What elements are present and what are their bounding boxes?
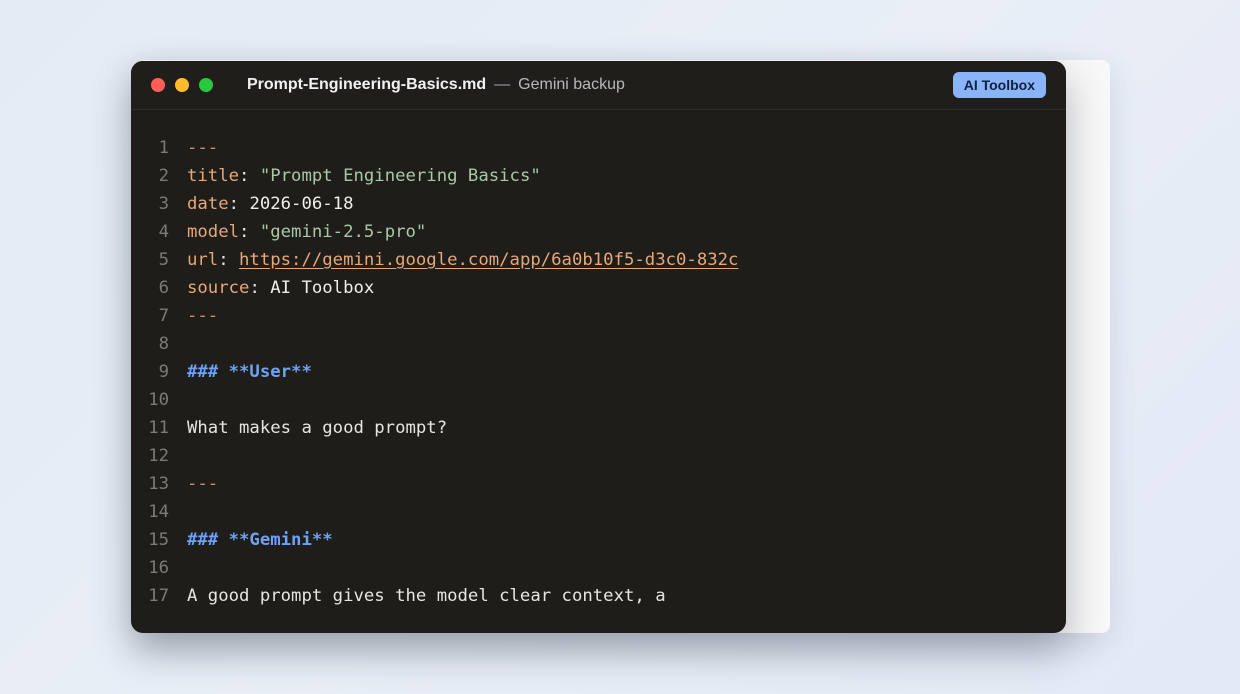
editor-line: 11 What makes a good prompt? (131, 414, 1066, 442)
url-link[interactable]: https://gemini.google.com/app/6a0b10f5-d… (239, 250, 738, 270)
editor-line: 5 url: https://gemini.google.com/app/6a0… (131, 246, 1066, 274)
line-number: 4 (158, 222, 169, 242)
editor-line: 8 (131, 330, 1066, 358)
yaml-key: url (187, 250, 219, 270)
line-number: 2 (158, 166, 169, 186)
line-number: 3 (158, 194, 169, 214)
window-controls (151, 78, 213, 92)
heading-gemini: ### **Gemini** (187, 530, 333, 550)
editor-line: 1 --- (131, 134, 1066, 162)
line-number: 8 (158, 334, 169, 354)
editor-window: Prompt-Engineering-Basics.md — Gemini ba… (131, 61, 1066, 633)
close-button[interactable] (151, 78, 165, 92)
editor-line: 3 date: 2026-06-18 (131, 190, 1066, 218)
editor-line: 14 (131, 498, 1066, 526)
colon: : (249, 278, 271, 298)
editor-line: 15 ### **Gemini** (131, 526, 1066, 554)
line-number: 10 (148, 390, 169, 410)
title-bar: Prompt-Engineering-Basics.md — Gemini ba… (131, 61, 1066, 110)
line-number: 15 (148, 530, 169, 550)
line-number: 9 (158, 362, 169, 382)
editor-line: 6 source: AI Toolbox (131, 274, 1066, 302)
maximize-button[interactable] (199, 78, 213, 92)
line-number: 14 (148, 502, 169, 522)
yaml-value: 2026-06-18 (249, 194, 354, 214)
colon: : (239, 222, 260, 242)
yaml-key: title (187, 166, 240, 186)
line-number: 13 (148, 474, 169, 494)
line-number: 1 (158, 138, 169, 158)
title-separator: — (494, 76, 511, 93)
window-title: Prompt-Engineering-Basics.md — Gemini ba… (247, 76, 625, 94)
yaml-value: AI Toolbox (270, 278, 375, 298)
colon: : (228, 194, 250, 214)
gemini-response: A good prompt gives the model clear cont… (187, 586, 666, 606)
line-number: 5 (158, 250, 169, 270)
editor-line: 17 A good prompt gives the model clear c… (131, 582, 1066, 610)
editor-line: 4 model: "gemini-2.5-pro" (131, 218, 1066, 246)
line-number: 16 (148, 558, 169, 578)
editor-line: 7 --- (131, 302, 1066, 330)
window-subtitle: Gemini backup (518, 76, 625, 93)
yaml-string-value: "gemini-2.5-pro" (259, 222, 427, 242)
minimize-button[interactable] (175, 78, 189, 92)
frontmatter-delimiter: --- (187, 306, 219, 326)
editor-line: 12 (131, 442, 1066, 470)
user-message: What makes a good prompt? (187, 418, 448, 438)
colon: : (218, 250, 240, 270)
editor-line: 2 title: "Prompt Engineering Basics" (131, 162, 1066, 190)
editor-line: 16 (131, 554, 1066, 582)
colon: : (239, 166, 260, 186)
line-number: 6 (158, 278, 169, 298)
yaml-key: model (187, 222, 240, 242)
frontmatter-delimiter: --- (187, 138, 219, 158)
editor-line: 10 (131, 386, 1066, 414)
code-editor[interactable]: 1 --- 2 title: "Prompt Engineering Basic… (131, 110, 1066, 610)
horizontal-rule: --- (187, 474, 219, 494)
file-name: Prompt-Engineering-Basics.md (247, 76, 487, 93)
line-number: 12 (148, 446, 169, 466)
editor-line: 9 ### **User** (131, 358, 1066, 386)
ai-toolbox-badge[interactable]: AI Toolbox (952, 72, 1046, 98)
line-number: 11 (148, 418, 169, 438)
heading-user: ### **User** (187, 362, 312, 382)
yaml-key: date (187, 194, 229, 214)
yaml-string-value: "Prompt Engineering Basics" (259, 166, 541, 186)
line-number: 17 (148, 586, 169, 606)
yaml-key: source (187, 278, 250, 298)
editor-line: 13 --- (131, 470, 1066, 498)
line-number: 7 (158, 306, 169, 326)
